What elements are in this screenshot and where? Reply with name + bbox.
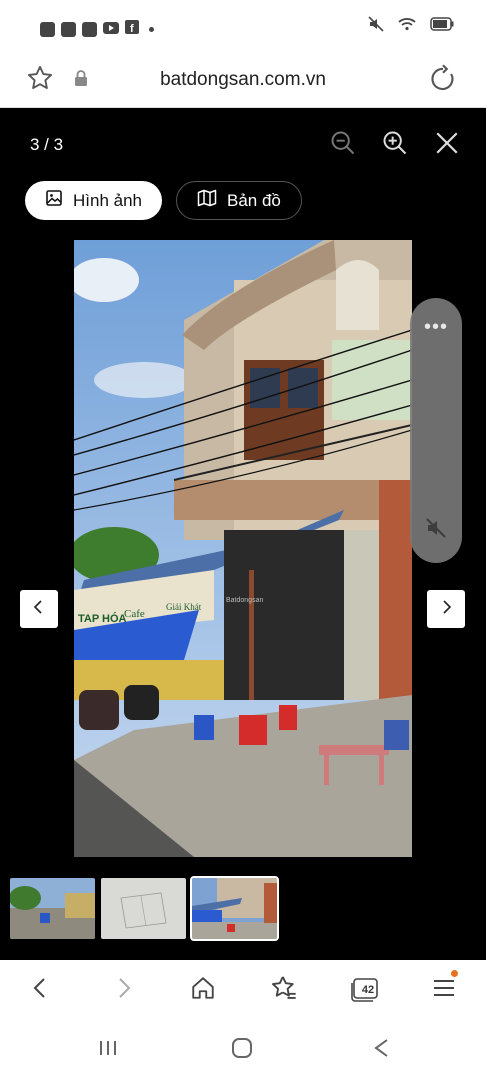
more-notifications-dot — [149, 27, 154, 32]
mute-icon[interactable] — [424, 516, 448, 545]
home-system-button[interactable] — [230, 1037, 254, 1064]
page: f batdongsan.com.vn 3 / 3 Hình ảnh Bản đ… — [0, 0, 486, 1080]
thumbnail-shop-photo[interactable] — [190, 876, 279, 941]
status-bar: f — [0, 0, 486, 52]
next-image-button[interactable] — [427, 590, 465, 628]
svg-text:f: f — [130, 23, 134, 34]
chevron-right-icon — [114, 976, 134, 1005]
thumbnail-floor-plan[interactable] — [101, 878, 186, 939]
tab-count: 42 — [361, 984, 375, 996]
recent-apps-icon — [97, 1038, 119, 1063]
app-notification-icon — [40, 22, 55, 37]
image-counter: 3 / 3 — [30, 135, 64, 154]
listing-photo[interactable]: TAP HÓA Cafe Giải Khát Batdongsan — [74, 240, 412, 857]
image-icon — [45, 189, 63, 212]
zoom-out-icon[interactable] — [328, 128, 358, 158]
more-options-icon[interactable]: ••• — [410, 316, 462, 339]
view-tabs: Hình ảnh Bản đồ — [25, 181, 302, 220]
browser-bottom-bar: 42 — [0, 960, 486, 1020]
system-navigation-bar — [0, 1020, 486, 1080]
previous-image-button[interactable] — [20, 590, 58, 628]
mute-icon — [368, 16, 384, 37]
forward-button[interactable] — [108, 974, 140, 1006]
bookmarks-button[interactable] — [268, 974, 300, 1006]
thumbnail-street-photo[interactable] — [10, 878, 95, 939]
wifi-icon — [398, 17, 416, 36]
app-notification-icon — [61, 22, 76, 37]
close-icon[interactable] — [432, 128, 462, 158]
battery-icon — [430, 17, 454, 36]
home-icon — [190, 975, 216, 1006]
zoom-in-icon[interactable] — [380, 128, 410, 158]
viewer-toolbar — [328, 128, 462, 158]
tab-images[interactable]: Hình ảnh — [25, 181, 162, 220]
tab-map-label: Bản đồ — [227, 190, 281, 210]
floating-side-panel[interactable]: ••• — [410, 298, 462, 563]
image-viewer: 3 / 3 Hình ảnh Bản đồ TAP HÓA Cafe Giải … — [0, 108, 486, 960]
youtube-icon — [103, 21, 119, 39]
notification-icons: f — [40, 20, 154, 39]
tab-map[interactable]: Bản đồ — [176, 181, 302, 220]
home-button[interactable] — [187, 974, 219, 1006]
home-circle-icon — [231, 1037, 253, 1064]
menu-button[interactable] — [428, 970, 460, 1006]
back-button[interactable] — [24, 974, 56, 1006]
map-icon — [197, 189, 217, 212]
thumbnail-strip — [10, 876, 279, 941]
facebook-icon: f — [125, 20, 139, 39]
chevron-right-icon — [438, 599, 454, 620]
reload-icon[interactable] — [428, 64, 458, 99]
url-bar: batdongsan.com.vn — [0, 52, 486, 108]
status-icons — [368, 16, 454, 37]
tab-images-label: Hình ảnh — [73, 190, 142, 210]
star-list-icon — [270, 974, 298, 1007]
chevron-left-icon — [31, 599, 47, 620]
tabs-button[interactable]: 42 — [348, 974, 382, 1006]
hamburger-menu-icon — [432, 977, 456, 1004]
back-system-button[interactable] — [370, 1038, 394, 1062]
shop-sign-center: Cafe — [124, 608, 145, 620]
app-notification-icon — [82, 22, 97, 37]
back-triangle-icon — [371, 1037, 393, 1064]
photo-watermark: Batdongsan — [226, 597, 263, 604]
url-text[interactable]: batdongsan.com.vn — [0, 69, 486, 91]
chevron-left-icon — [30, 976, 50, 1005]
notification-dot — [451, 970, 458, 977]
recent-apps-button[interactable] — [96, 1038, 120, 1062]
